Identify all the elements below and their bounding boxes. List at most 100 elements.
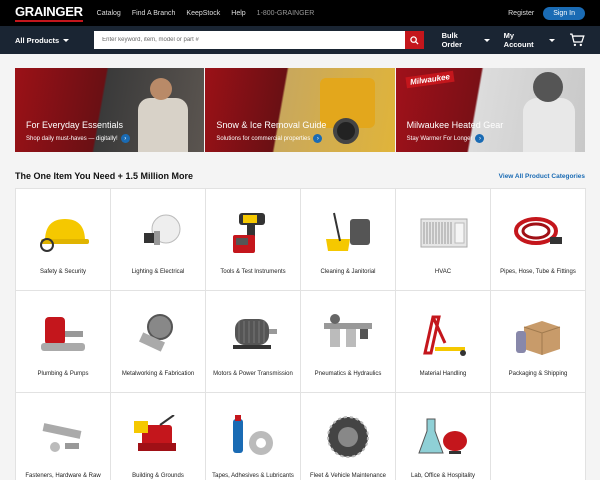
category-label: Tools & Test Instruments — [220, 269, 286, 275]
cutter-icon — [123, 305, 193, 365]
category-tile[interactable]: Motors & Power Transmission — [206, 291, 301, 393]
banner-photo-head — [532, 72, 563, 102]
snow-blower-icon — [123, 407, 193, 467]
category-label: Tapes, Adhesives & Lubricants — [212, 473, 294, 479]
category-label: Fleet & Vehicle Maintenance — [309, 473, 387, 479]
category-tile[interactable]: Plumbing & Pumps — [16, 291, 111, 393]
banner-everyday-essentials[interactable]: For Everyday Essentials Shop daily must-… — [15, 68, 205, 152]
category-tile[interactable]: Cleaning & Janitorial — [301, 189, 396, 291]
tire-chain-icon — [313, 407, 383, 467]
category-label: Material Handling — [419, 371, 467, 377]
help-link[interactable]: Help — [231, 10, 245, 17]
banner-photo-head — [150, 78, 173, 100]
search-input[interactable] — [94, 31, 405, 49]
phone-number[interactable]: 1-800-GRAINGER — [257, 10, 315, 17]
category-tile[interactable]: Fasteners, Hardware & Raw Materials — [16, 393, 111, 480]
category-tile[interactable]: HVAC — [396, 189, 491, 291]
find-branch-link[interactable]: Find A Branch — [132, 10, 176, 17]
category-label: Building & Grounds Maintenance — [132, 473, 184, 479]
banner-subtitle: Stay Warmer For Longer › — [407, 134, 485, 143]
category-label: Fasteners, Hardware & Raw Materials — [25, 473, 101, 479]
milwaukee-logo: Milwaukee — [405, 70, 455, 89]
filter-regulator-icon — [313, 305, 383, 365]
category-label: Safety & Security — [39, 269, 87, 275]
category-tile[interactable]: Safety & Security — [16, 189, 111, 291]
hose-icon — [503, 203, 573, 263]
drill-icon — [218, 203, 288, 263]
category-tile[interactable]: Pipes, Hose, Tube & Fittings — [491, 189, 586, 291]
category-label: Metalworking & Fabrication — [121, 371, 195, 377]
my-account-menu[interactable]: My Account — [504, 31, 556, 49]
category-label: Packaging & Shipping — [508, 371, 568, 377]
lab-flask-icon — [408, 407, 478, 467]
category-label: Lighting & Electrical — [131, 269, 185, 275]
cart-icon[interactable] — [569, 33, 585, 47]
catalog-link[interactable]: Catalog — [97, 10, 121, 17]
my-account-label: My Account — [503, 31, 534, 49]
pump-icon — [28, 305, 98, 365]
arrow-right-icon: › — [120, 134, 130, 143]
mop-bucket-icon — [313, 203, 383, 263]
chevron-down-icon — [549, 38, 556, 42]
view-all-categories-link[interactable]: View All Product Categories — [499, 173, 585, 180]
bulk-order-label: Bulk Order — [441, 31, 462, 49]
arrow-right-icon: › — [475, 134, 485, 143]
tape-icon — [218, 407, 288, 467]
fastener-icon — [28, 407, 98, 467]
category-tile[interactable]: Fleet & Vehicle Maintenance — [301, 393, 396, 480]
main-nav: All Products Bulk Order My Account — [0, 26, 600, 54]
bulk-order-menu[interactable]: Bulk Order — [442, 31, 490, 49]
category-label: Pipes, Hose, Tube & Fittings — [500, 269, 576, 275]
category-tile[interactable]: Tapes, Adhesives & Lubricants — [206, 393, 301, 480]
banner-subtitle: Solutions for commercial properties › — [216, 134, 323, 143]
promo-banners: For Everyday Essentials Shop daily must-… — [15, 68, 585, 152]
search-button[interactable] — [404, 31, 424, 49]
category-tile[interactable]: Packaging & Shipping — [491, 291, 586, 393]
nav-right: Bulk Order My Account — [442, 31, 585, 49]
search-icon — [409, 35, 419, 45]
category-grid: Safety & Security Lighting & Electrical To… — [15, 188, 586, 480]
banner-title: Milwaukee Heated Gear — [406, 120, 504, 130]
hard-hat-icon — [28, 203, 98, 263]
banner-photo-tire — [332, 118, 359, 144]
sign-in-button[interactable]: Sign In — [543, 6, 585, 20]
motor-icon — [218, 305, 288, 365]
category-tile[interactable]: Tools & Test Instruments — [206, 189, 301, 291]
keepstock-link[interactable]: KeepStock — [186, 10, 220, 17]
top-bar: GRAINGER Catalog Find A Branch KeepStock… — [0, 0, 600, 26]
banner-title: For Everyday Essentials — [26, 120, 124, 130]
category-tile[interactable]: Metalworking & Fabrication — [111, 291, 206, 393]
box-icon — [503, 305, 573, 365]
register-link[interactable]: Register — [508, 10, 534, 17]
empty-tile — [491, 393, 586, 480]
category-tile[interactable]: Lighting & Electrical — [111, 189, 206, 291]
banner-milwaukee[interactable]: Milwaukee Milwaukee Heated Gear Stay War… — [395, 68, 585, 152]
banner-snow-ice[interactable]: Snow & Ice Removal Guide Solutions for c… — [205, 68, 395, 152]
banner-photo — [138, 98, 189, 152]
category-tile[interactable]: Lab, Office & Hospitality Supplies — [396, 393, 491, 480]
arrow-right-icon: › — [313, 134, 323, 143]
banner-photo — [522, 98, 575, 152]
air-conditioner-icon — [408, 203, 478, 263]
hand-truck-icon — [408, 305, 478, 365]
search-bar — [94, 31, 424, 49]
category-label: Pneumatics & Hydraulics — [314, 371, 382, 377]
chevron-down-icon — [483, 38, 490, 42]
category-label: HVAC — [434, 269, 452, 275]
chevron-down-icon — [63, 38, 70, 42]
category-tile[interactable]: Material Handling — [396, 291, 491, 393]
banner-title: Snow & Ice Removal Guide — [216, 120, 327, 130]
category-tile[interactable]: Pneumatics & Hydraulics — [301, 291, 396, 393]
light-bulb-icon — [123, 203, 193, 263]
category-label: Cleaning & Janitorial — [320, 269, 376, 275]
all-products-menu[interactable]: All Products — [15, 36, 94, 45]
category-label: Lab, Office & Hospitality Supplies — [411, 473, 475, 479]
section-title: The One Item You Need + 1.5 Million More — [15, 171, 193, 181]
category-label: Motors & Power Transmission — [213, 371, 293, 377]
all-products-label: All Products — [15, 35, 60, 45]
banner-subtitle: Shop daily must-haves — digitally! › — [26, 134, 130, 143]
grainger-logo[interactable]: GRAINGER — [15, 4, 83, 22]
category-label: Plumbing & Pumps — [37, 371, 89, 377]
categories-header: The One Item You Need + 1.5 Million More… — [15, 171, 585, 181]
category-tile[interactable]: Building & Grounds Maintenance — [111, 393, 206, 480]
